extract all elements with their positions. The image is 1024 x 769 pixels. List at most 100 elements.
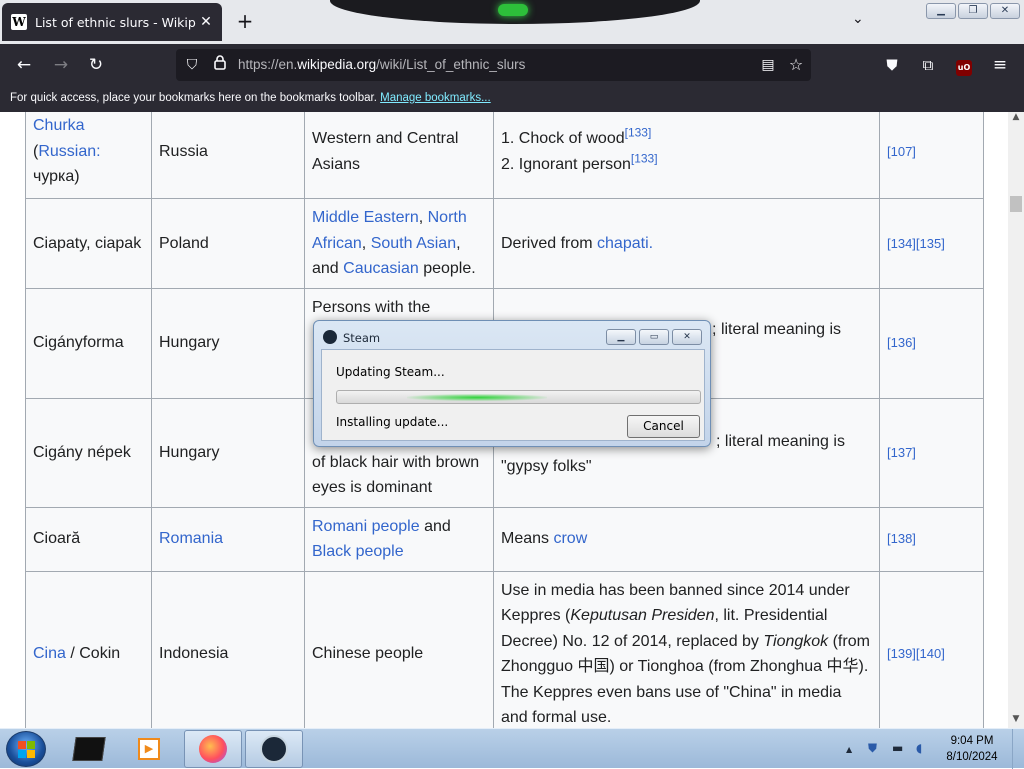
location-cell: Hungary (151, 397, 305, 508)
location-cell: Poland (151, 198, 305, 289)
new-tab-button[interactable]: + (233, 9, 257, 33)
term-cell: Cina / Cokin (25, 570, 152, 728)
taskbar: ▶ ▲ ⛊ ▬ ◖ 9:04 PM 8/10/2024 (0, 728, 1024, 769)
url-text[interactable]: https://en.wikipedia.org/wiki/List_of_et… (238, 57, 525, 72)
crow-link[interactable]: crow (553, 530, 587, 547)
dialog-body: Updating Steam... Installing update... C… (321, 349, 705, 441)
start-button[interactable] (6, 731, 46, 767)
meaning-cell: 1. Chock of wood[133] 2. Ignorant person… (493, 112, 880, 199)
references-cell[interactable]: [134][135] (879, 198, 984, 289)
close-window-button[interactable]: ✕ (990, 3, 1020, 19)
system-clock[interactable]: 9:04 PM 8/10/2024 (936, 733, 1008, 765)
reference-link[interactable]: [133] (625, 126, 652, 140)
term-cell: Churka (Russian: чурка) (25, 112, 152, 199)
page-scrollbar[interactable]: ▲ ▼ (1008, 112, 1024, 728)
window-manager-notch (330, 0, 700, 24)
lock-icon[interactable] (208, 54, 232, 76)
meaning-cell: Means crow (493, 506, 880, 572)
forward-arrow-icon[interactable]: → (49, 54, 73, 76)
table-row: Cina / Cokin Indonesia Chinese people Us… (25, 570, 984, 728)
scroll-up-icon[interactable]: ▲ (1008, 112, 1024, 126)
meaning-cell: Use in media has been banned since 2014 … (493, 570, 880, 728)
table-row: Churka (Russian: чурка) Russia Western a… (25, 112, 984, 199)
taskbar-app-terminal[interactable] (66, 730, 112, 768)
tab-bar: W List of ethnic slurs - Wikipedia ✕ + ⌄… (0, 0, 1024, 44)
meaning-cell: Derived from chapati. (493, 198, 880, 289)
terminal-icon (72, 737, 106, 761)
target-cell: Romani people and Black people (304, 506, 494, 572)
steam-icon (260, 735, 288, 763)
steam-update-dialog: Steam ▁ ▭ ✕ Updating Steam... Installing… (313, 320, 711, 447)
references-cell[interactable]: [107] (879, 112, 984, 199)
chapati-link[interactable]: chapati. (597, 235, 653, 252)
tab-title: List of ethnic slurs - Wikipedia (35, 14, 196, 30)
list-all-tabs-button[interactable]: ⌄ (852, 11, 864, 27)
term-cell: Ciapaty, ciapak (25, 198, 152, 289)
extensions-icon[interactable]: ⧉ (916, 54, 940, 76)
term-cell: Cigányforma (25, 287, 152, 399)
dialog-maximize-button[interactable]: ▭ (639, 329, 669, 345)
bookmark-star-icon[interactable]: ☆ (784, 54, 808, 76)
references-cell[interactable]: [136] (879, 287, 984, 399)
restore-button[interactable]: ❐ (958, 3, 988, 19)
target-cell: Western and Central Asians (304, 112, 494, 199)
dialog-title: Steam (343, 331, 381, 345)
progress-glow (407, 394, 547, 401)
steam-logo-icon (323, 330, 337, 344)
clock-time: 9:04 PM (950, 735, 994, 747)
language-link[interactable]: Russian: (38, 143, 100, 160)
browser-tab[interactable]: W List of ethnic slurs - Wikipedia ✕ (2, 3, 222, 41)
dialog-titlebar[interactable]: Steam ▁ ▭ ✕ (314, 321, 710, 349)
cancel-button[interactable]: Cancel (627, 415, 700, 438)
table-row: Cioară Romania Romani people and Black p… (25, 506, 984, 572)
scroll-down-icon[interactable]: ▼ (1008, 714, 1024, 728)
target-cell: Middle Eastern, North African, South Asi… (304, 198, 494, 289)
windows-flag-icon (18, 741, 35, 758)
location-cell[interactable]: Romania (151, 506, 305, 572)
reference-link[interactable]: [133] (631, 151, 658, 165)
location-cell: Russia (151, 112, 305, 199)
volume-icon[interactable]: ◖ (916, 741, 922, 755)
term-cell: Cioară (25, 506, 152, 572)
references-cell[interactable]: [137] (879, 397, 984, 508)
tab-close-icon[interactable]: ✕ (196, 14, 216, 30)
update-status: Updating Steam... (336, 365, 445, 379)
minimize-button[interactable]: ▁ (926, 3, 956, 19)
ublock-icon[interactable]: uO (952, 54, 976, 76)
references-cell[interactable]: [138] (879, 506, 984, 572)
menu-hamburger-icon[interactable]: ≡ (988, 54, 1012, 76)
taskbar-app-steam[interactable] (245, 730, 303, 768)
network-icon[interactable]: ▬ (892, 741, 903, 755)
shield-icon[interactable]: ⛉ (180, 54, 204, 76)
reload-icon[interactable]: ↻ (84, 54, 108, 76)
dialog-minimize-button[interactable]: ▁ (606, 329, 636, 345)
clock-date: 8/10/2024 (946, 751, 998, 763)
taskbar-app-firefox[interactable] (184, 730, 242, 768)
pocket-icon[interactable]: ⛊ (880, 54, 904, 76)
firefox-icon (199, 735, 227, 763)
target-cell: Chinese people (304, 570, 494, 728)
security-shield-icon[interactable]: ⛊ (868, 741, 877, 756)
media-player-icon: ▶ (138, 738, 160, 760)
url-bar[interactable]: ⛉ https://en.wikipedia.org/wiki/List_of_… (176, 49, 811, 81)
location-cell: Indonesia (151, 570, 305, 728)
dialog-close-button[interactable]: ✕ (672, 329, 702, 345)
bookmarks-toolbar: For quick access, place your bookmarks h… (0, 86, 1024, 112)
term-link[interactable]: Churka (33, 117, 85, 134)
scroll-thumb[interactable] (1010, 196, 1022, 212)
wikipedia-favicon-icon: W (11, 14, 27, 30)
install-status: Installing update... (336, 415, 449, 429)
show-desktop-button[interactable] (1012, 729, 1024, 769)
tray-expand-icon[interactable]: ▲ (846, 745, 852, 754)
back-arrow-icon[interactable]: ← (12, 54, 36, 76)
notch-glow (498, 4, 528, 16)
navigation-toolbar: ← → ↻ ⛉ https://en.wikipedia.org/wiki/Li… (0, 44, 1024, 86)
location-cell: Hungary (151, 287, 305, 399)
taskbar-app-media-player[interactable]: ▶ (126, 730, 172, 768)
table-row: Ciapaty, ciapak Poland Middle Eastern, N… (25, 198, 984, 289)
reader-view-icon[interactable]: ▤ (756, 54, 780, 76)
term-cell: Cigány népek (25, 397, 152, 508)
references-cell[interactable]: [139][140] (879, 570, 984, 728)
manage-bookmarks-link[interactable]: Manage bookmarks... (380, 92, 491, 104)
update-progress-bar (336, 390, 701, 404)
